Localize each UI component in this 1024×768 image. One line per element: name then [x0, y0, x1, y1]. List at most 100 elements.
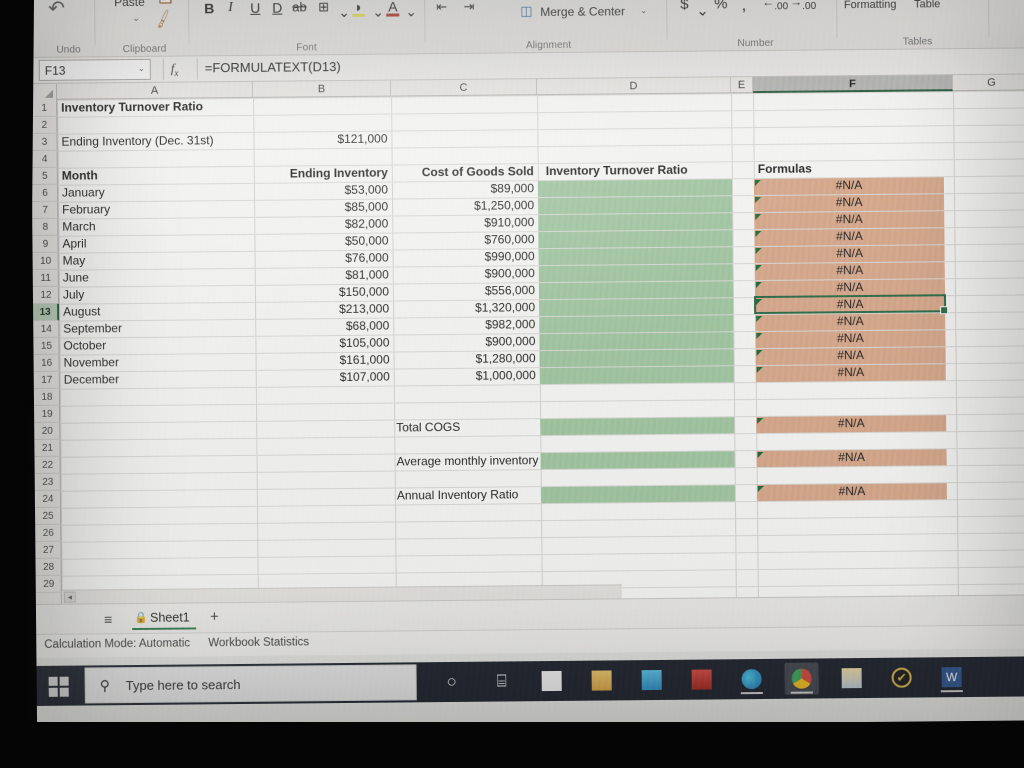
cell-ratio-17[interactable] — [540, 365, 734, 384]
cell-header-month[interactable]: Month — [58, 166, 254, 185]
cell-ratio-8[interactable] — [538, 212, 732, 231]
cell-title[interactable]: Inventory Turnover Ratio — [57, 97, 317, 116]
cell-cogs-11[interactable]: $900,000 — [393, 265, 539, 283]
cell-month-8[interactable]: March — [58, 217, 254, 236]
cell-ratio-15[interactable] — [539, 331, 733, 350]
column-header-a[interactable]: A — [56, 81, 254, 100]
merge-center-icon[interactable]: ◫ — [520, 3, 532, 19]
cell-formula-6[interactable]: #N/A — [754, 176, 944, 195]
row-header-23[interactable]: 23 — [34, 473, 61, 491]
row-header-10[interactable]: 10 — [32, 252, 59, 270]
word-icon[interactable]: W — [935, 661, 969, 693]
folder-app-icon[interactable] — [835, 662, 869, 694]
double-underline-button[interactable]: D — [272, 0, 282, 16]
cell-month-10[interactable]: May — [59, 251, 255, 270]
cell-ratio-10[interactable] — [539, 246, 733, 265]
underline-button[interactable]: U — [250, 0, 260, 16]
row-header-25[interactable]: 25 — [34, 507, 62, 525]
row-header-8[interactable]: 8 — [32, 218, 59, 236]
cell-ending-inventory-13[interactable]: $213,000 — [255, 301, 393, 319]
paste-dropdown-caret[interactable]: ⌄ — [132, 13, 140, 24]
row-header-17[interactable]: 17 — [33, 371, 60, 389]
font-color-icon[interactable]: A — [388, 0, 397, 15]
calculation-mode-status[interactable]: Calculation Mode: Automatic — [44, 637, 190, 650]
cell-summary-formula-20[interactable]: #N/A — [756, 414, 946, 433]
row-header-5[interactable]: 5 — [31, 167, 58, 185]
cell-ending-inventory-14[interactable]: $68,000 — [255, 318, 393, 336]
cell-ending-inventory-value[interactable]: $121,000 — [253, 131, 391, 149]
formula-input[interactable]: =FORMULATEXT(D13) — [205, 59, 341, 75]
cell-summary-value-22[interactable] — [540, 450, 734, 469]
row-header-3[interactable]: 3 — [31, 133, 58, 151]
cell-header-cogs[interactable]: Cost of Goods Sold — [392, 163, 538, 181]
paste-button[interactable]: Paste — [114, 0, 145, 9]
cell-cogs-12[interactable]: $556,000 — [393, 282, 539, 300]
windows-start-icon[interactable] — [41, 670, 81, 702]
accounting-caret-icon[interactable]: ⌄ — [696, 1, 709, 19]
workbook-statistics-status[interactable]: Workbook Statistics — [208, 636, 309, 649]
row-header-18[interactable]: 18 — [33, 388, 61, 406]
fill-color-caret-icon[interactable]: ⌄ — [372, 4, 384, 21]
cell-ending-inventory-16[interactable]: $161,000 — [256, 352, 394, 370]
column-header-f[interactable]: F — [752, 75, 954, 94]
cell-cogs-16[interactable]: $1,280,000 — [394, 350, 540, 368]
format-painter-icon[interactable]: 🖌 — [152, 8, 175, 30]
cell-cogs-14[interactable]: $982,000 — [393, 316, 539, 334]
chrome-icon[interactable] — [784, 662, 819, 695]
cell-formula-10[interactable]: #N/A — [755, 244, 945, 263]
name-box-caret-icon[interactable]: ⌄ — [138, 64, 145, 73]
row-header-21[interactable]: 21 — [34, 439, 61, 457]
row-header-7[interactable]: 7 — [32, 201, 59, 219]
cell-ratio-11[interactable] — [539, 263, 733, 282]
office-icon[interactable] — [685, 663, 719, 695]
cell-formula-16[interactable]: #N/A — [755, 346, 945, 365]
row-header-14[interactable]: 14 — [33, 320, 60, 338]
bold-button[interactable]: B — [204, 0, 214, 16]
row-header-1[interactable]: 1 — [31, 99, 58, 117]
cell-cogs-7[interactable]: $1,250,000 — [392, 197, 538, 215]
cell-cogs-8[interactable]: $910,000 — [392, 214, 538, 232]
cell-month-16[interactable]: November — [60, 353, 256, 372]
cell-formula-12[interactable]: #N/A — [755, 278, 945, 297]
cell-month-13[interactable]: August — [59, 302, 255, 321]
cell-month-17[interactable]: December — [60, 370, 256, 389]
cell-month-6[interactable]: January — [58, 183, 254, 202]
conditional-formatting-button[interactable]: Conditional Formatting — [838, 0, 902, 12]
sheet-list-icon[interactable]: ≡ — [104, 611, 112, 627]
cell-month-12[interactable]: July — [59, 285, 255, 304]
cell-ending-inventory-7[interactable]: $85,000 — [254, 199, 392, 217]
cell-month-15[interactable]: October — [59, 336, 255, 355]
format-as-table-button[interactable]: Format As Table — [898, 0, 956, 11]
cell-month-7[interactable]: February — [58, 200, 254, 219]
row-header-15[interactable]: 15 — [33, 337, 60, 355]
row-header-26[interactable]: 26 — [35, 524, 62, 542]
cell-formula-15[interactable]: #N/A — [755, 329, 945, 348]
scroll-left-arrow-icon[interactable]: ◂ — [63, 591, 76, 603]
cell-ratio-14[interactable] — [539, 314, 733, 333]
search-input[interactable]: ⚲ Type here to search — [84, 664, 417, 704]
row-header-6[interactable]: 6 — [31, 184, 59, 202]
copy-icon[interactable]: 📋 — [156, 0, 175, 5]
cell-header-formulas[interactable]: Formulas — [754, 159, 954, 178]
cell-summary-value-24[interactable] — [541, 484, 735, 503]
cell-cogs-17[interactable]: $1,000,000 — [394, 367, 540, 385]
increase-indent-icon[interactable]: ⇥ — [463, 0, 474, 15]
name-box[interactable]: F13 ⌄ — [38, 58, 151, 81]
decrease-decimal-icon[interactable]: →.00 — [790, 0, 816, 12]
row-header-22[interactable]: 22 — [34, 456, 61, 474]
column-header-e[interactable]: E — [730, 77, 754, 94]
cell-formula-17[interactable]: #N/A — [756, 363, 946, 382]
row-header-12[interactable]: 12 — [32, 286, 60, 304]
cell-formula-13[interactable]: #N/A — [755, 295, 945, 314]
cell-summary-formula-22[interactable]: #N/A — [756, 448, 946, 467]
cell-ratio-16[interactable] — [539, 348, 733, 367]
font-color-caret-icon[interactable]: ⌄ — [405, 3, 417, 20]
row-header-20[interactable]: 20 — [34, 422, 61, 440]
percent-format-button[interactable]: % — [714, 0, 728, 12]
cell-cogs-6[interactable]: $89,000 — [392, 180, 538, 198]
cell-month-14[interactable]: September — [59, 319, 255, 338]
column-header-g[interactable]: G — [952, 74, 1024, 92]
row-header-27[interactable]: 27 — [35, 541, 62, 559]
cell-formula-14[interactable]: #N/A — [755, 312, 945, 331]
cell-summary-formula-24[interactable]: #N/A — [757, 482, 947, 501]
